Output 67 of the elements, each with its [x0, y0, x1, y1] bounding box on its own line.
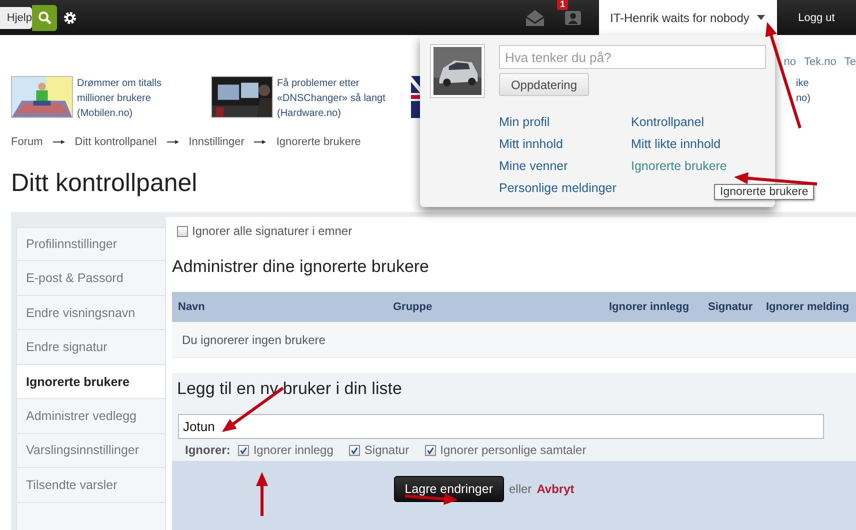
tooltip: Ignorerte brukere [714, 184, 814, 200]
page-title: Ditt kontrollpanel [11, 168, 198, 198]
checkbox[interactable] [425, 444, 436, 456]
update-button[interactable]: Oppdatering [499, 73, 589, 96]
sidebar-item[interactable]: Endre visningsnavn [16, 296, 166, 330]
menu-link[interactable]: Ignorerte brukere [631, 158, 761, 174]
menu-link[interactable]: Mitt innhold [499, 136, 631, 152]
breadcrumb-link[interactable]: Ditt kontrollpanel [74, 136, 157, 148]
sidebar-item[interactable]: Varslingsinnstillinger [16, 434, 166, 468]
caret-icon [757, 15, 766, 20]
checkbox[interactable] [349, 444, 360, 456]
site-link[interactable]: no [784, 56, 796, 68]
site-link[interactable]: Te [844, 56, 856, 68]
breadcrumb-link[interactable]: Forum [11, 136, 43, 148]
column-header: Ignorer melding [766, 301, 850, 313]
sidebar-item[interactable]: Ignorerte brukere [16, 364, 166, 400]
sidebar-item[interactable]: Tilsendte varsler [16, 468, 166, 503]
column-header: Gruppe [393, 301, 432, 313]
menu-link[interactable]: Min profil [499, 114, 631, 130]
cancel-link[interactable]: Avbryt [536, 476, 574, 502]
username-field[interactable]: Jotun [178, 414, 824, 439]
empty-message: Du ignorerer ingen brukere [182, 332, 326, 346]
menu-link[interactable]: Mitt likte innhold [631, 136, 761, 152]
checkbox[interactable] [177, 226, 188, 236]
news-link[interactable]: Få problemer etter [277, 76, 386, 91]
sidebar-item[interactable]: E-post & Passord [16, 261, 166, 296]
site-link[interactable]: Tek.no [804, 56, 836, 68]
column-header: Navn [178, 301, 205, 313]
sidebar-item[interactable]: Administrer vedlegg [16, 399, 166, 434]
notification-badge: 1 [557, 0, 568, 10]
sidebar-item[interactable]: Profilinnstillinger [16, 227, 166, 262]
search-field[interactable]: Hjelp [0, 6, 32, 28]
breadcrumb-link[interactable]: Ignorerte brukere [276, 136, 361, 148]
checkbox-label: Ignorer innlegg [253, 443, 334, 457]
news-link[interactable]: Drømmer om titalls [77, 76, 162, 91]
settings-icon[interactable] [63, 10, 77, 24]
or-text: eller [509, 481, 532, 498]
news-link[interactable]: millioner brukere [77, 91, 162, 106]
status-field[interactable]: Hva tenker du på? [499, 45, 766, 69]
save-button[interactable]: Lagre endringer [394, 476, 504, 502]
menu-link[interactable]: Kontrollpanel [631, 114, 761, 130]
arrow-icon [166, 139, 179, 145]
menu-link[interactable]: Mine venner [499, 158, 631, 174]
ignore-label: Ignorer: [185, 443, 230, 457]
breadcrumb-link[interactable]: Innstillinger [188, 136, 244, 148]
news-link[interactable]: ike [796, 76, 856, 91]
news-link[interactable]: (Mobilen.no) [77, 106, 162, 121]
arrow-icon [254, 139, 266, 145]
user-menu-tab[interactable]: IT-Henrik waits for nobody [599, 0, 777, 35]
checkbox-label: Ignorer personlige samtaler [440, 443, 586, 457]
search-button[interactable] [32, 4, 57, 30]
column-header: Signatur [708, 301, 753, 313]
section-heading: Administrer dine ignorerte brukere [172, 257, 430, 277]
checkbox-label: Signatur [364, 443, 410, 457]
sidebar-item[interactable]: Endre signatur [16, 330, 166, 365]
arrow-icon [52, 139, 65, 145]
menu-link[interactable]: Personlige meldinger [499, 180, 631, 196]
news-link[interactable]: no) [796, 91, 856, 106]
news-link[interactable]: (Hardware.no) [277, 106, 386, 121]
mail-icon[interactable] [525, 8, 545, 26]
annotation-arrow [256, 472, 268, 516]
column-header: Ignorer innlegg [609, 301, 690, 313]
news-link[interactable]: «DNSChanger» så langt [277, 91, 386, 106]
logout-link[interactable]: Logg ut [777, 12, 856, 24]
search-icon [38, 10, 52, 24]
checkbox[interactable] [238, 444, 250, 456]
checkbox-label: Ignorer alle signaturer i emner [192, 224, 352, 238]
